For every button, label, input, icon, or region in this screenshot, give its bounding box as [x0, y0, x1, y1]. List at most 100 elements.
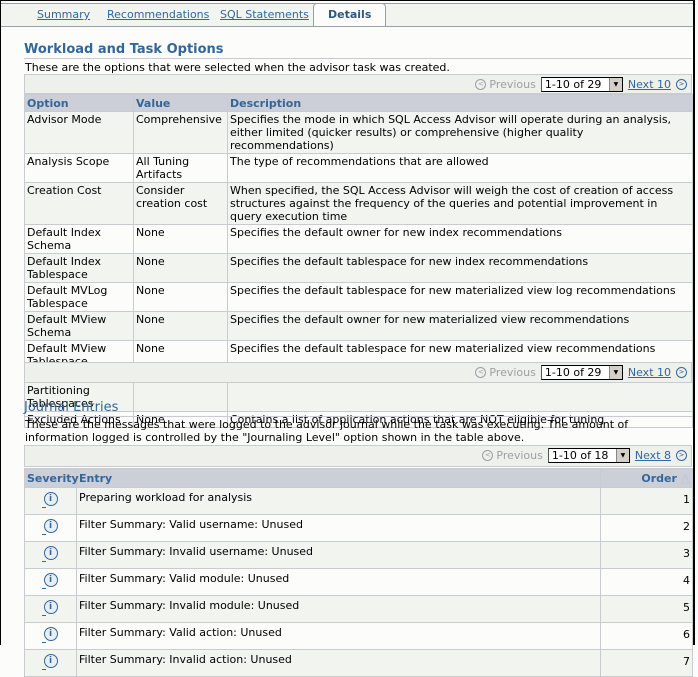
- cell-option: Default MVLog Tablespace: [24, 282, 134, 312]
- info-icon[interactable]: i: [41, 519, 58, 535]
- next-arrow-icon[interactable]: >: [676, 79, 687, 90]
- info-icon[interactable]: i: [41, 573, 58, 589]
- previous-arrow-icon: <: [482, 450, 494, 461]
- table-row: i Filter Summary: Invalid username: Unuse…: [24, 541, 693, 569]
- range-select[interactable]: 1-10 of 18 ▼: [547, 448, 630, 463]
- info-icon[interactable]: i: [41, 627, 58, 643]
- workload-description: These are the options that were selected…: [25, 61, 450, 74]
- section-divider: [24, 58, 692, 59]
- next-arrow-icon[interactable]: >: [676, 367, 687, 378]
- range-value: 1-10 of 18: [551, 449, 609, 462]
- previous-arrow-icon: <: [475, 79, 487, 90]
- column-header-value: Value: [133, 94, 228, 112]
- tab-details[interactable]: Details: [313, 3, 387, 26]
- tab-recommendations[interactable]: Recommendations: [107, 8, 209, 21]
- cell-entry: Preparing workload for analysis: [76, 487, 601, 515]
- workload-pagination-top: < Previous 1-10 of 29 ▼ Next 10 >: [24, 74, 692, 94]
- journal-entries-table: Severity Entry Order △ i Preparing worklo…: [24, 468, 693, 677]
- table-row: i Filter Summary: Invalid module: Unused 5: [24, 595, 693, 623]
- column-header-option: Option: [24, 94, 134, 112]
- workload-pagination-bottom: < Previous 1-10 of 29 ▼ Next 10 >: [24, 362, 692, 383]
- chevron-down-icon[interactable]: ▼: [608, 366, 622, 379]
- cell-severity: i: [24, 514, 77, 542]
- cell-description: Specifies the mode in which SQL Access A…: [227, 111, 693, 154]
- info-icon[interactable]: i: [41, 546, 58, 562]
- next-button[interactable]: Next 8: [635, 449, 671, 462]
- cell-value: None: [133, 224, 228, 254]
- previous-button: < Previous: [475, 366, 536, 379]
- range-value: 1-10 of 29: [544, 366, 602, 379]
- journal-description: These are the messages that were logged …: [25, 418, 629, 444]
- cell-option: Default Index Tablespace: [24, 253, 134, 283]
- cell-order: 1: [600, 487, 693, 515]
- table-row: Default Index Tablespace None Specifies th…: [24, 253, 693, 283]
- cell-value: Consider creation cost: [133, 182, 228, 225]
- cell-value: None: [133, 282, 228, 312]
- cell-severity: i: [24, 487, 77, 515]
- journal-pagination-top: < Previous 1-10 of 18 ▼ Next 8 >: [24, 445, 692, 467]
- sort-ascending-icon[interactable]: △: [681, 471, 690, 485]
- table-row: Advisor Mode Comprehensive Specifies the m…: [24, 111, 693, 154]
- table-row: Creation Cost Consider creation cost When …: [24, 182, 693, 225]
- table-row: Default MView Schema None Specifies the de…: [24, 311, 693, 341]
- column-header-entry[interactable]: Entry: [76, 468, 601, 488]
- cell-description: Specifies the default owner for new mate…: [227, 311, 693, 341]
- previous-label: Previous: [489, 78, 536, 91]
- cell-description: Specifies the default tablespace for new…: [227, 253, 693, 283]
- info-icon[interactable]: i: [41, 492, 58, 508]
- cell-severity: i: [24, 568, 77, 596]
- info-icon[interactable]: i: [41, 654, 58, 670]
- cell-description: Specifies the default tablespace for new…: [227, 282, 693, 312]
- cell-entry: Filter Summary: Invalid username: Unused: [76, 541, 601, 569]
- cell-option: Creation Cost: [24, 182, 134, 225]
- table-row: i Filter Summary: Valid module: Unused 4: [24, 568, 693, 596]
- order-label: Order: [641, 472, 677, 485]
- cell-value: All Tuning Artifacts: [133, 153, 228, 183]
- cell-entry: Filter Summary: Valid action: Unused: [76, 622, 601, 650]
- tab-bar: Summary Recommendations SQL Statements D…: [1, 3, 693, 27]
- next-button[interactable]: Next 10: [628, 78, 671, 91]
- cell-entry: Filter Summary: Invalid action: Unused: [76, 649, 601, 677]
- cell-order: 4: [600, 568, 693, 596]
- next-arrow-icon[interactable]: >: [676, 450, 687, 461]
- range-select[interactable]: 1-10 of 29 ▼: [540, 365, 623, 380]
- cell-value: Comprehensive: [133, 111, 228, 154]
- cell-description: Specifies the default owner for new inde…: [227, 224, 693, 254]
- column-header-severity[interactable]: Severity: [24, 468, 79, 488]
- cell-severity: i: [24, 622, 77, 650]
- cell-entry: Filter Summary: Invalid module: Unused: [76, 595, 601, 623]
- cell-value: None: [133, 253, 228, 283]
- cell-description: When specified, the SQL Access Advisor w…: [227, 182, 693, 225]
- tab-sql-statements[interactable]: SQL Statements: [220, 8, 309, 21]
- cell-order: 7: [600, 649, 693, 677]
- table-row: Analysis Scope All Tuning Artifacts The ty…: [24, 153, 693, 183]
- cell-description: The type of recommendations that are all…: [227, 153, 693, 183]
- next-button[interactable]: Next 10: [628, 366, 671, 379]
- previous-button: < Previous: [482, 449, 543, 462]
- table-row: i Filter Summary: Valid action: Unused 6: [24, 622, 693, 650]
- cell-option: Default Index Schema: [24, 224, 134, 254]
- table-row: Default MVLog Tablespace None Specifies th…: [24, 282, 693, 312]
- column-header-order[interactable]: Order △: [600, 468, 693, 488]
- cell-option: Default MView Schema: [24, 311, 134, 341]
- table-row: i Preparing workload for analysis 1: [24, 487, 693, 515]
- chevron-down-icon[interactable]: ▼: [615, 449, 629, 462]
- journal-section-title: Journal Entries: [24, 400, 119, 415]
- previous-arrow-icon: <: [475, 367, 487, 378]
- table-row: i Filter Summary: Invalid action: Unused 7: [24, 649, 693, 677]
- tab-summary[interactable]: Summary: [37, 8, 90, 21]
- workload-section-title: Workload and Task Options: [24, 42, 224, 57]
- chevron-down-icon[interactable]: ▼: [608, 78, 622, 91]
- cell-option: Analysis Scope: [24, 153, 134, 183]
- previous-label: Previous: [496, 449, 543, 462]
- cell-severity: i: [24, 595, 77, 623]
- cell-severity: i: [24, 541, 77, 569]
- cell-order: 3: [600, 541, 693, 569]
- range-value: 1-10 of 29: [544, 78, 602, 91]
- cell-order: 2: [600, 514, 693, 542]
- info-icon[interactable]: i: [41, 600, 58, 616]
- cell-option: Advisor Mode: [24, 111, 134, 154]
- section-divider: [24, 416, 692, 417]
- previous-label: Previous: [489, 366, 536, 379]
- range-select[interactable]: 1-10 of 29 ▼: [540, 77, 623, 92]
